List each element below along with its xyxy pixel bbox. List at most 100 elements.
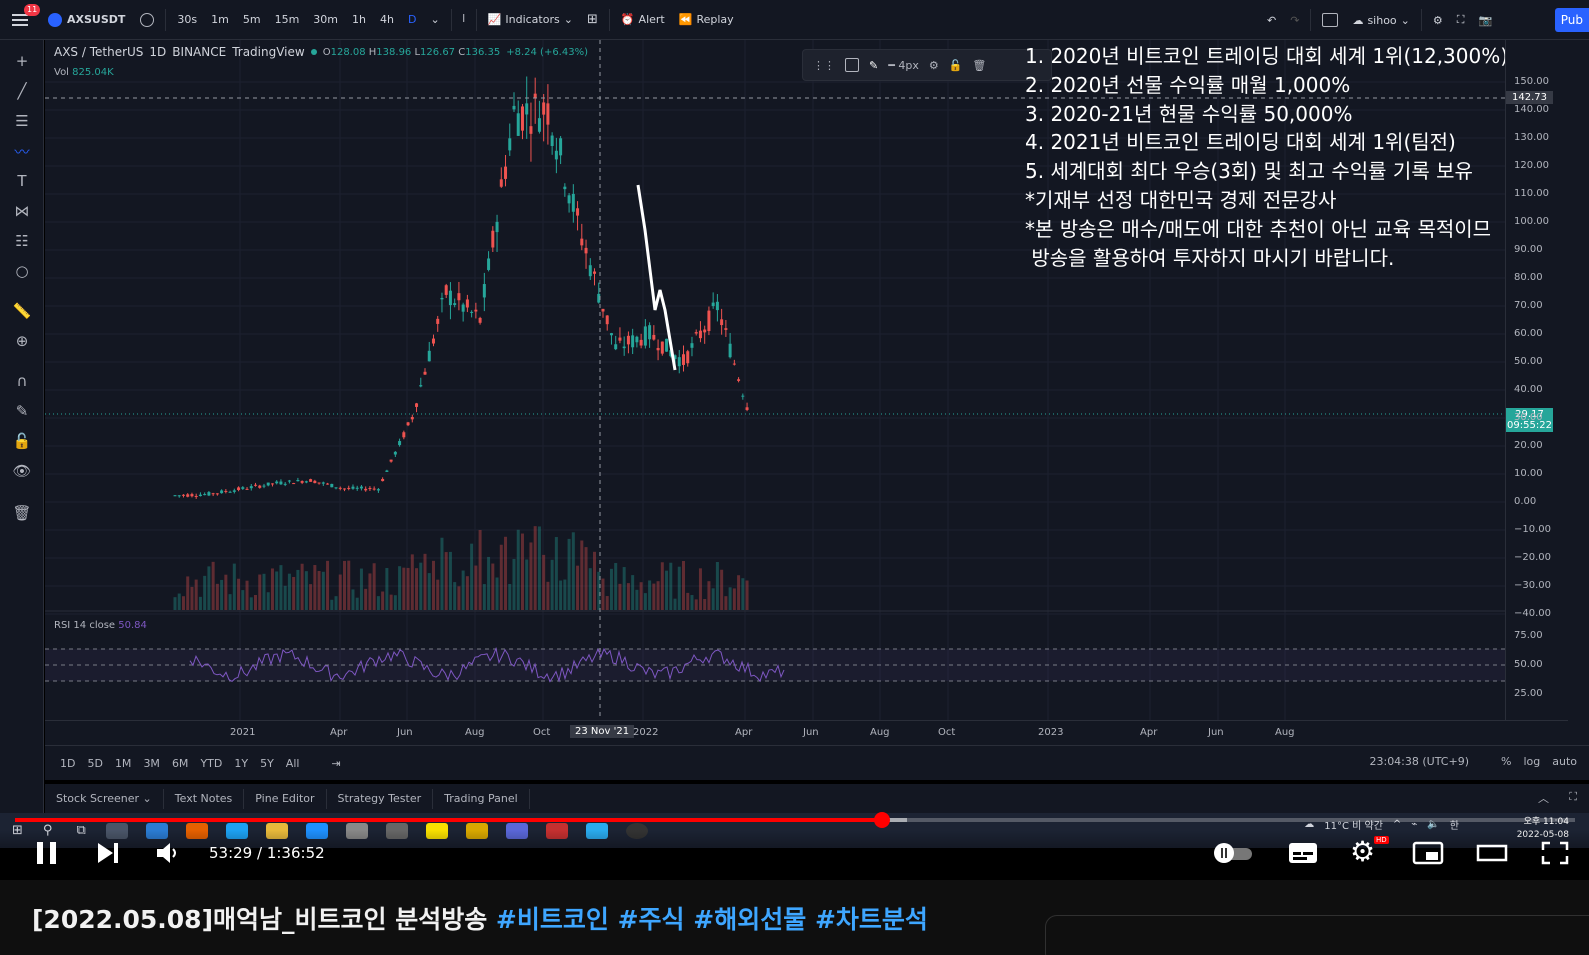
interval-4h[interactable]: 4h (373, 13, 401, 26)
shapes-tool[interactable]: ○ (11, 260, 33, 282)
hashtag-link[interactable]: #해외선물 (693, 905, 806, 934)
replay-button[interactable]: ⏪ Replay (672, 13, 741, 26)
layouts-button[interactable]: ⊞ (580, 12, 605, 27)
volume-bar (652, 583, 656, 610)
indicators-button[interactable]: 📈 Indicators ⌄ (481, 13, 580, 26)
drag-handle-icon[interactable]: ⋮⋮ (813, 59, 835, 72)
volume-bar (673, 598, 677, 610)
maximize-panel-icon[interactable]: ⛶ (1569, 790, 1577, 804)
price-axis[interactable]: 142.73 29.17 09:55:22 ⚙ 150.00140.00130.… (1505, 40, 1568, 738)
interval-30s[interactable]: 30s (170, 13, 204, 26)
range-5d[interactable]: 5D (81, 757, 108, 770)
candle-body (478, 317, 482, 323)
volume-bar (525, 559, 529, 610)
goto-date-button[interactable]: ⇥ (325, 757, 346, 770)
lock-icon[interactable]: 🔓 (949, 59, 963, 72)
brush-tool[interactable]: 〰 (11, 140, 33, 162)
interval-30m[interactable]: 30m (306, 13, 345, 26)
miniplayer-button[interactable] (1412, 840, 1444, 870)
trendline-tool[interactable]: ╱ (11, 80, 33, 102)
next-button[interactable] (95, 840, 121, 870)
range-ytd[interactable]: YTD (194, 757, 228, 770)
log-scale-toggle[interactable]: log (1523, 755, 1540, 768)
rsi-legend[interactable]: RSI 14 close 50.84 (54, 620, 147, 631)
remove-drawings-tool[interactable]: 🗑 (11, 502, 33, 524)
fullscreen-button[interactable]: ⛶ (1450, 13, 1472, 27)
zoom-tool[interactable]: ⊕ (11, 330, 33, 352)
compare-symbol-button[interactable] (133, 12, 161, 27)
chart-type-button[interactable]: 𝍩 (456, 10, 472, 29)
lock-drawings-tool[interactable]: 🔓 (11, 430, 33, 452)
undo-button[interactable]: ↶ (1260, 14, 1283, 27)
hashtag-link[interactable]: #비트코인 (496, 905, 609, 934)
panel-tab[interactable]: Stock Screener ⌄ (45, 788, 164, 809)
interval-dropdown[interactable]: ⌄ (423, 13, 446, 26)
candle-body (682, 354, 685, 365)
hashtag-link[interactable]: #차트분석 (815, 905, 928, 934)
range-1m[interactable]: 1M (109, 757, 138, 770)
panel-tab[interactable]: Strategy Tester (327, 788, 434, 809)
layout-select-button[interactable] (1315, 13, 1345, 27)
symbol-search-button[interactable]: AXSUSDT (40, 12, 133, 27)
video-progress-bar[interactable] (15, 812, 1575, 828)
panel-tab[interactable]: Trading Panel (433, 788, 530, 809)
panel-tab[interactable]: Pine Editor (244, 788, 327, 809)
interval-D[interactable]: D (401, 13, 423, 26)
autoplay-toggle[interactable] (1212, 842, 1256, 868)
percent-scale-toggle[interactable]: % (1501, 755, 1511, 768)
time-axis[interactable]: 23 Nov '21 2021 Apr Jun Aug Oct 2022 Apr Jun Aug… (45, 720, 1568, 745)
series-legend[interactable]: AXS / TetherUS 1D BINANCE TradingView O1… (54, 45, 588, 59)
subtitles-button[interactable] (1288, 840, 1318, 870)
prediction-tool[interactable]: ☷ (11, 230, 33, 252)
volume-legend[interactable]: Vol 825.04K (54, 67, 114, 78)
pause-button[interactable] (35, 840, 59, 870)
range-3m[interactable]: 3M (137, 757, 166, 770)
chart-pane[interactable]: AXS / TetherUS 1D BINANCE TradingView O1… (45, 40, 1505, 720)
trash-icon[interactable]: 🗑 (972, 59, 986, 72)
pen-color-icon[interactable]: ✎ (869, 59, 878, 72)
stay-drawing-tool[interactable]: ✎ (11, 400, 33, 422)
range-6m[interactable]: 6M (166, 757, 195, 770)
volume-bar (554, 537, 558, 610)
fib-tool[interactable]: ☰ (11, 110, 33, 132)
volume-bar (309, 584, 313, 610)
crosshair-tool[interactable]: + (11, 50, 33, 72)
volume-bar (245, 580, 249, 610)
cloud-save-button[interactable]: ☁ sihoo ⌄ (1345, 14, 1416, 27)
interval-1m[interactable]: 1m (204, 13, 236, 26)
redo-button[interactable]: ↷ (1283, 14, 1306, 27)
interval-15m[interactable]: 15m (268, 13, 307, 26)
publish-button[interactable]: Pub (1554, 8, 1589, 32)
collapse-panel-icon[interactable]: ︿ (1538, 790, 1549, 806)
auto-scale-toggle[interactable]: auto (1552, 755, 1577, 768)
templates-icon[interactable] (845, 58, 859, 72)
magnet-tool[interactable]: ∩ (11, 370, 33, 392)
mute-button[interactable] (155, 840, 181, 870)
range-1d[interactable]: 1D (54, 757, 81, 770)
hide-drawings-tool[interactable]: 👁 (11, 460, 33, 482)
snapshot-button[interactable]: 📷 (1471, 14, 1499, 27)
hashtag-link[interactable]: #주식 (618, 905, 685, 934)
zoom-in-icon: ⊕ (15, 332, 29, 350)
timezone-clock[interactable]: 23:04:38 (UTC+9) (1369, 755, 1469, 768)
line-width-button[interactable]: ━ 4px (888, 59, 919, 72)
interval-5m[interactable]: 5m (236, 13, 268, 26)
settings-button[interactable]: ⚙ (1426, 14, 1450, 27)
candle-body (728, 343, 732, 358)
main-menu-button[interactable]: 11 (0, 0, 41, 40)
settings-player-button[interactable]: ⚙ HD (1350, 836, 1389, 866)
measure-tool[interactable]: 📏 (11, 300, 33, 322)
volume-bar (393, 595, 397, 610)
theater-mode-button[interactable] (1476, 840, 1508, 870)
range-5y[interactable]: 5Y (254, 757, 280, 770)
interval-1h[interactable]: 1h (345, 13, 373, 26)
range-all[interactable]: All (280, 757, 306, 770)
text-tool[interactable]: T (11, 170, 33, 192)
gear-icon[interactable]: ⚙ (929, 59, 939, 72)
panel-tab[interactable]: Text Notes (164, 788, 245, 809)
candle-body (410, 417, 414, 420)
pattern-tool[interactable]: ⋈ (11, 200, 33, 222)
alert-button[interactable]: ⏰ Alert (614, 13, 672, 26)
range-1y[interactable]: 1Y (228, 757, 254, 770)
fullscreen-player-button[interactable] (1540, 840, 1570, 870)
